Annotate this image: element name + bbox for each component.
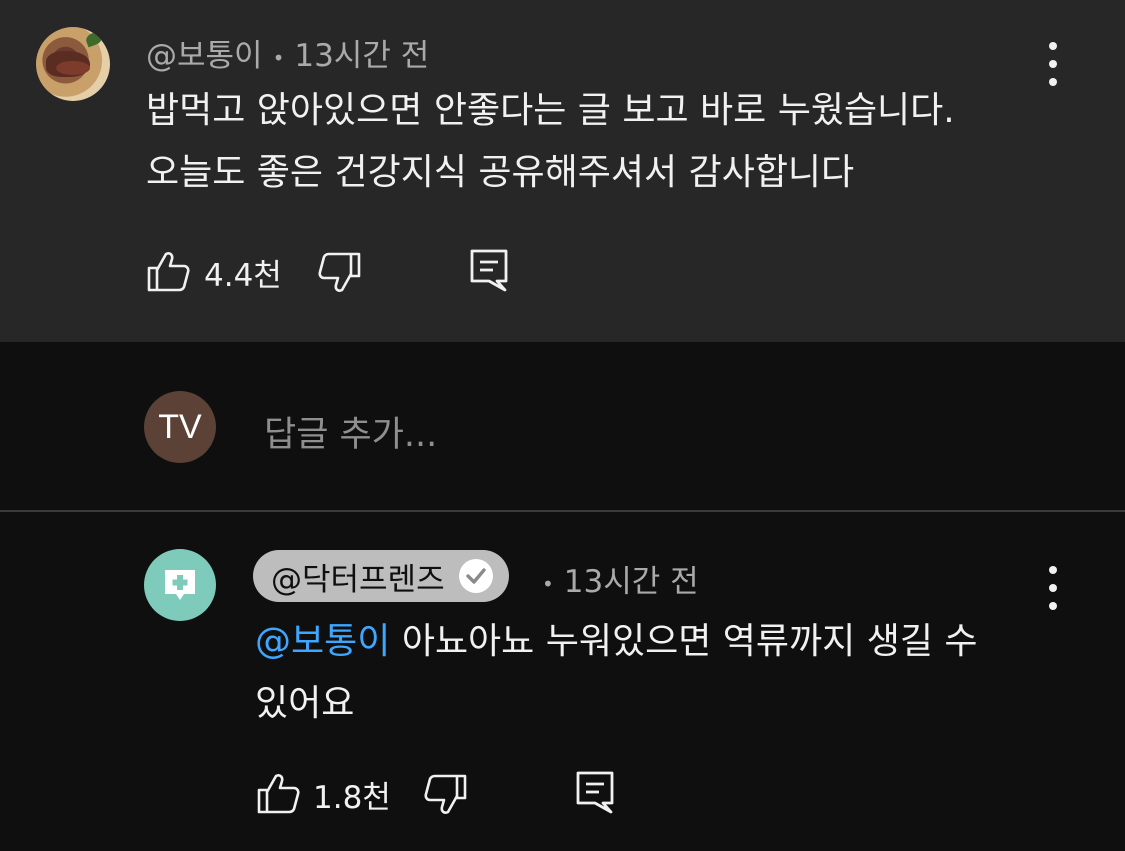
dislike-icon[interactable] — [318, 252, 362, 294]
reply-icon[interactable] — [469, 248, 509, 292]
doctor-friends-avatar[interactable] — [144, 549, 216, 621]
more-options-icon[interactable] — [1046, 42, 1060, 86]
medical-plus-icon — [165, 570, 195, 600]
comment-author[interactable]: @보통이 — [146, 38, 263, 74]
verified-check-icon — [458, 559, 493, 593]
like-icon[interactable] — [146, 250, 190, 292]
reply-input[interactable]: 답글 추가... — [264, 406, 437, 457]
commenter-avatar[interactable] — [36, 27, 110, 101]
divider — [0, 510, 1125, 512]
reply-text-line-1: @보통이 아뇨아뇨 누워있으면 역류까지 생길 수 — [255, 621, 978, 662]
like-icon[interactable] — [256, 772, 300, 814]
verified-author-badge[interactable]: @닥터프렌즈 — [253, 550, 509, 602]
more-options-icon[interactable] — [1046, 566, 1060, 610]
mention-link[interactable]: @보통이 — [255, 621, 390, 662]
reply-author: @닥터프렌즈 — [271, 561, 445, 598]
reply-text-line-2: 있어요 — [255, 683, 355, 724]
comment-meta: @보통이 • 13시간 전 — [146, 38, 430, 74]
comment-text-line-2: 오늘도 좋은 건강지식 공유해주셔서 감사합니다 — [146, 152, 855, 193]
current-user-avatar[interactable]: TV — [144, 391, 216, 463]
reply-icon[interactable] — [575, 770, 615, 814]
comment-text-line-1: 밥먹고 앉아있으면 안좋다는 글 보고 바로 누웠습니다. — [146, 90, 955, 131]
dislike-icon[interactable] — [424, 774, 468, 816]
comment-time[interactable]: 13시간 전 — [294, 38, 429, 74]
like-count: 1.8천 — [313, 780, 391, 816]
reply-time[interactable]: 13시간 전 — [564, 564, 699, 600]
reply-meta: • 13시간 전 — [542, 564, 699, 600]
like-count: 4.4천 — [204, 258, 282, 294]
